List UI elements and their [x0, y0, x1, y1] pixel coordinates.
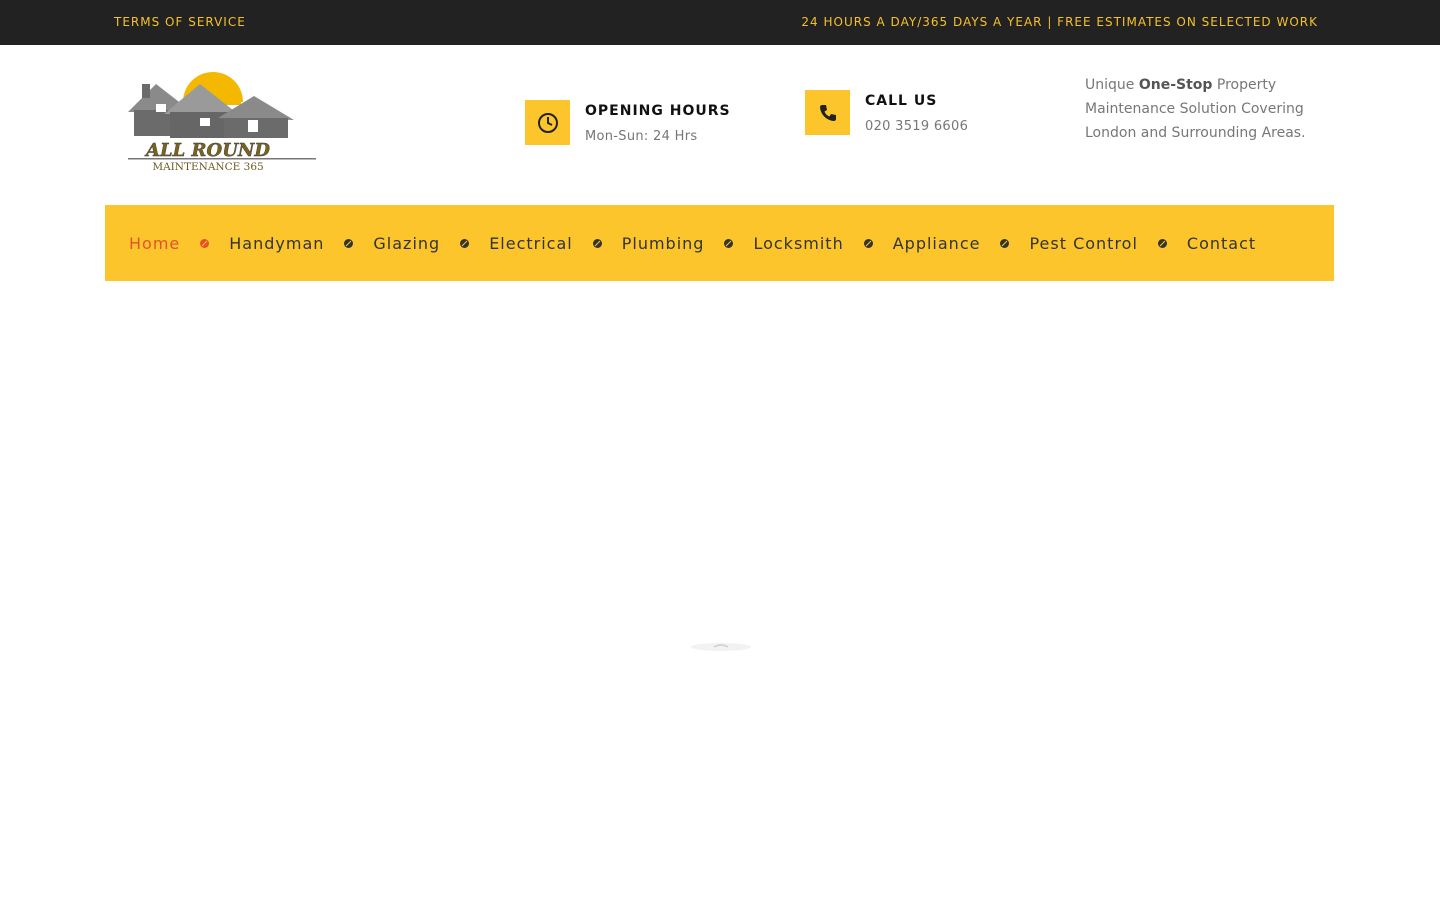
call-us-title: CALL US: [865, 93, 938, 109]
nav-separator-icon: [200, 238, 210, 248]
main-nav: Home Handyman Glazing Electrical Plumbin…: [105, 205, 1334, 281]
intro-text: Unique One-Stop Property Maintenance Sol…: [1085, 73, 1325, 145]
nav-pest-control[interactable]: Pest Control: [1029, 234, 1137, 253]
logo-graphic: ALL ROUND MAINTENANCE 365: [128, 72, 318, 173]
nav-separator-icon: [460, 238, 470, 248]
availability-tagline[interactable]: 24 HOURS A DAY/365 DAYS A YEAR | FREE ES…: [801, 15, 1318, 29]
nav-electrical[interactable]: Electrical: [489, 234, 573, 253]
nav-appliance[interactable]: Appliance: [893, 234, 981, 253]
nav-separator-icon: [592, 238, 602, 248]
nav-locksmith[interactable]: Locksmith: [753, 234, 843, 253]
intro-pre: Unique: [1085, 77, 1139, 93]
nav-home[interactable]: Home: [129, 234, 180, 253]
nav-separator-icon: [724, 238, 734, 248]
clock-icon: [525, 100, 570, 145]
nav-handyman[interactable]: Handyman: [229, 234, 324, 253]
loading-spinner-icon: [690, 638, 752, 651]
nav-glazing[interactable]: Glazing: [373, 234, 440, 253]
logo-subtitle: MAINTENANCE 365: [152, 161, 263, 173]
phone-icon: [805, 90, 850, 135]
nav-separator-icon: [344, 238, 354, 248]
nav-separator-icon: [1157, 238, 1167, 248]
site-logo[interactable]: ALL ROUND MAINTENANCE 365: [128, 72, 318, 176]
nav-separator-icon: [863, 238, 873, 248]
terms-of-service-link[interactable]: TERMS OF SERVICE: [114, 15, 246, 29]
nav-separator-icon: [1000, 238, 1010, 248]
opening-hours-text: Mon-Sun: 24 Hrs: [585, 129, 698, 144]
nav-contact[interactable]: Contact: [1187, 234, 1256, 253]
intro-bold: One-Stop: [1138, 77, 1213, 93]
phone-number[interactable]: 020 3519 6606: [865, 119, 968, 134]
opening-hours-title: OPENING HOURS: [585, 103, 731, 119]
top-bar: TERMS OF SERVICE 24 HOURS A DAY/365 DAYS…: [0, 0, 1440, 45]
nav-plumbing[interactable]: Plumbing: [622, 234, 705, 253]
logo-wordmark: ALL ROUND: [144, 140, 270, 161]
